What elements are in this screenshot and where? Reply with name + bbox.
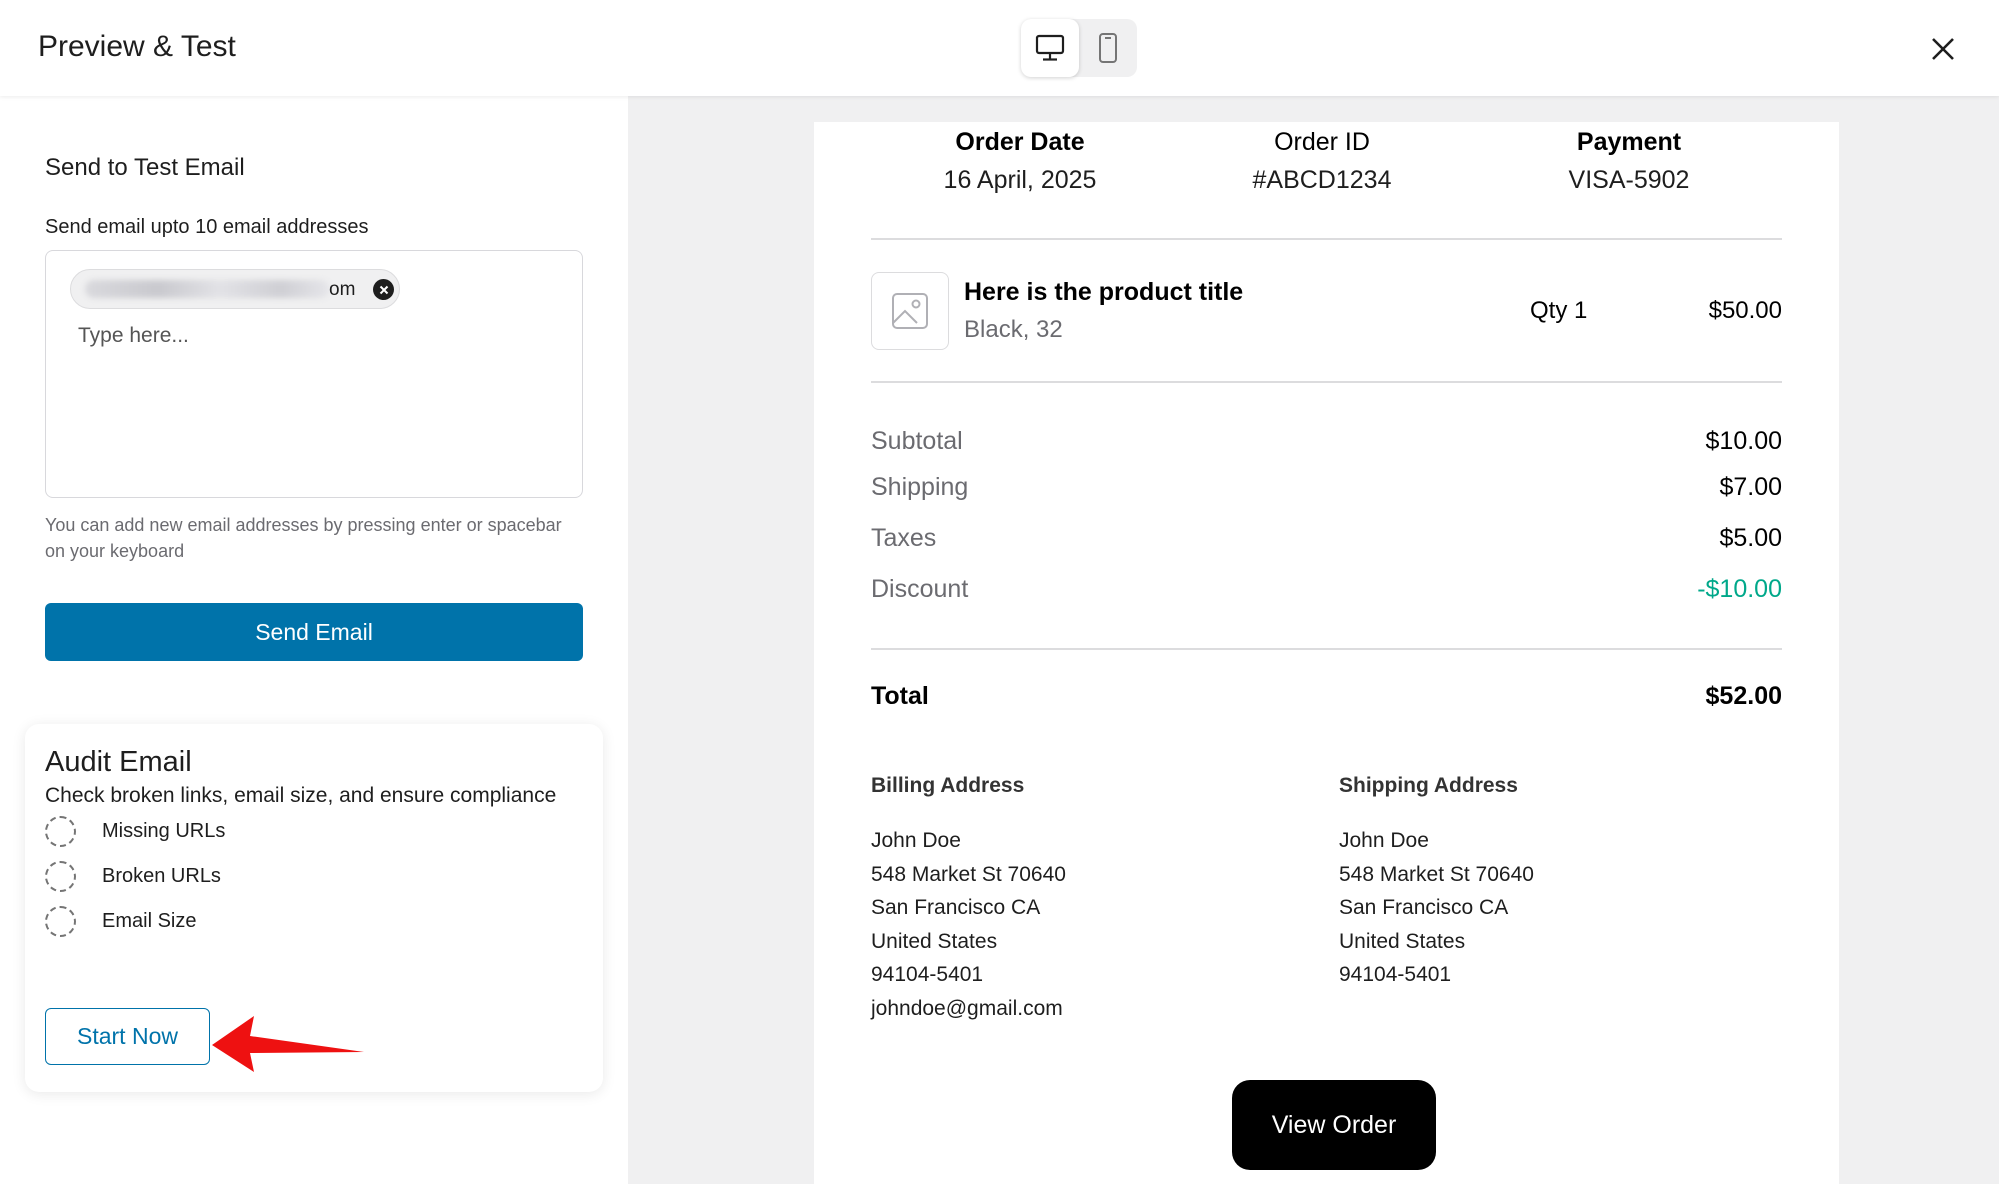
view-order-button[interactable]: View Order (1232, 1080, 1436, 1170)
meta-value: #ABCD1234 (1252, 166, 1392, 194)
address-line: United States (871, 929, 998, 953)
start-audit-button[interactable]: Start Now (45, 1008, 210, 1065)
email-chip: om (70, 269, 400, 309)
address-line: 94104-5401 (871, 963, 984, 986)
device-toggle (1021, 19, 1137, 77)
address-line: 548 Market St 70640 (1339, 862, 1534, 886)
email-input[interactable] (78, 321, 548, 351)
close-icon (1932, 38, 1954, 60)
summary-value: $10.00 (1705, 427, 1782, 455)
meta-label: Payment (1576, 128, 1682, 156)
summary-value: $5.00 (1719, 524, 1782, 552)
close-icon (379, 285, 388, 294)
test-email-title: Send to Test Email (45, 154, 245, 181)
divider (871, 381, 1782, 383)
address-line: San Francisco CA (1339, 896, 1509, 919)
audit-item-label: Broken URLs (102, 865, 221, 887)
recipients-label: Send email upto 10 email addresses (45, 216, 369, 238)
meta-label: Order Date (955, 128, 1085, 156)
mobile-view-button[interactable] (1079, 19, 1137, 77)
summary-label: Discount (871, 575, 969, 603)
remove-chip-button[interactable] (373, 279, 394, 300)
modal-title: Preview & Test (38, 30, 236, 63)
recipients-help: You can add new email addresses by press… (45, 515, 562, 561)
audit-item-label: Missing URLs (102, 820, 226, 842)
address-line: John Doe (871, 829, 961, 852)
email-chip-label: om (329, 279, 356, 300)
send-email-button[interactable]: Send Email (45, 603, 583, 661)
email-preview: Order Date 16 April, 2025 Order ID #ABCD… (814, 122, 1839, 1184)
meta-value: VISA-5902 (1568, 166, 1690, 194)
pending-status-icon (45, 816, 76, 847)
product-variant: Black, 32 (964, 316, 1063, 343)
product-price: $50.00 (1708, 297, 1782, 324)
payment: Payment VISA-5902 (1469, 128, 1789, 195)
shipping-address: Shipping Address John Doe 548 Market St … (1339, 774, 1759, 992)
address-line: John Doe (1339, 829, 1429, 852)
pending-status-icon (45, 861, 76, 892)
shipping-address-title: Shipping Address (1339, 774, 1518, 797)
summary-row: Taxes $5.00 (871, 524, 1782, 556)
product-title: Here is the product title (964, 278, 1244, 306)
summary-row: Discount -$10.00 (871, 575, 1782, 607)
recipients-field[interactable]: om (45, 250, 583, 498)
annotation-arrow-icon (212, 1016, 364, 1072)
pending-status-icon (45, 906, 76, 937)
summary-label: Taxes (871, 524, 937, 552)
address-line: 548 Market St 70640 (871, 862, 1066, 886)
summary-row: Subtotal $10.00 (871, 427, 1782, 459)
divider (871, 238, 1782, 240)
image-placeholder-icon (892, 293, 928, 329)
desktop-view-button[interactable] (1021, 19, 1079, 77)
billing-address-title: Billing Address (871, 774, 1025, 797)
redacted-email (85, 280, 330, 298)
discount-value: -$10.00 (1697, 575, 1782, 603)
summary-value: $7.00 (1719, 473, 1782, 501)
address-email: johndoe@gmail.com (871, 996, 1063, 1020)
mobile-icon (1099, 33, 1117, 63)
summary-label: Shipping (871, 473, 969, 501)
billing-address: Billing Address John Doe 548 Market St 7… (871, 774, 1291, 1025)
meta-value: 16 April, 2025 (943, 166, 1097, 194)
audit-subtitle: Check broken links, email size, and ensu… (45, 784, 557, 807)
meta-label: Order ID (1274, 128, 1370, 156)
desktop-icon (1035, 34, 1065, 61)
modal-header: Preview & Test (0, 0, 1999, 96)
divider (871, 648, 1782, 650)
audit-item-label: Email Size (102, 910, 197, 932)
total-label: Total (871, 682, 929, 710)
summary-label: Subtotal (871, 427, 963, 455)
product-qty: Qty 1 (1530, 297, 1588, 324)
order-id: Order ID #ABCD1234 (1162, 128, 1482, 195)
audit-title: Audit Email (45, 746, 192, 778)
product-thumbnail (871, 272, 949, 350)
address-line: 94104-5401 (1339, 963, 1452, 986)
summary-row: Shipping $7.00 (871, 473, 1782, 505)
total-value: $52.00 (1705, 682, 1782, 710)
close-button[interactable] (1924, 30, 1962, 68)
address-line: United States (1339, 929, 1466, 953)
order-date: Order Date 16 April, 2025 (860, 128, 1180, 195)
address-line: San Francisco CA (871, 896, 1041, 919)
